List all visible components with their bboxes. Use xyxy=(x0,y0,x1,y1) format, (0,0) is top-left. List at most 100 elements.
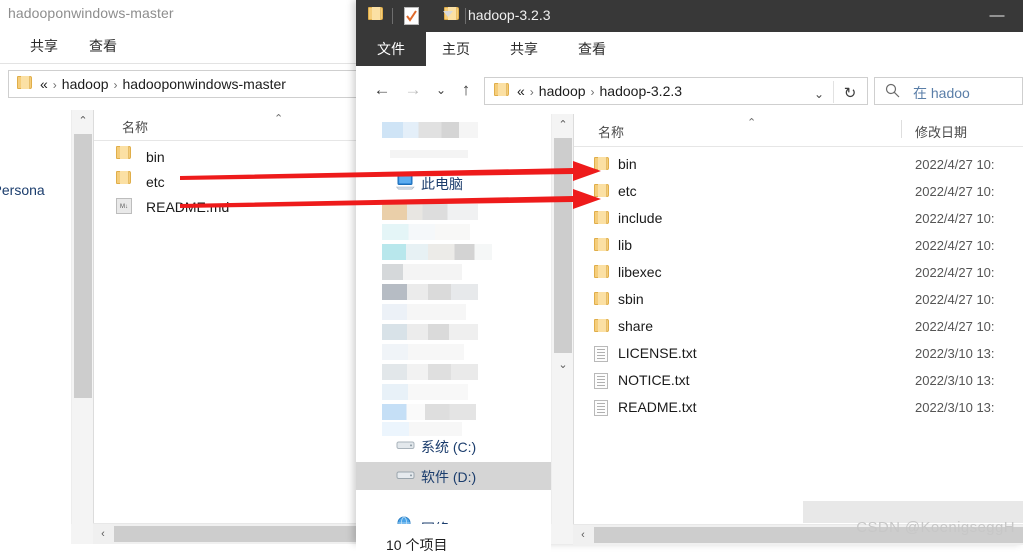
nav-item-drive-c[interactable]: 系统 (C:) xyxy=(356,432,551,460)
left-tab-share[interactable]: 共享 xyxy=(30,36,58,56)
forward-button[interactable]: → xyxy=(400,78,426,102)
watermark-text: CSDN @KoenigseggH xyxy=(856,519,1015,536)
file-name: NOTICE.txt xyxy=(618,372,690,388)
file-modified: 2022/3/10 13: xyxy=(915,373,995,388)
folder-icon xyxy=(594,211,610,225)
drive-icon xyxy=(396,468,415,484)
table-row[interactable]: NOTICE.txt 2022/3/10 13: xyxy=(574,368,1023,395)
redacted-nav-item xyxy=(382,264,462,280)
right-breadcrumb[interactable]: « › hadoop › hadoop-3.2.3 xyxy=(517,83,682,99)
column-header-name[interactable]: 名称 xyxy=(598,122,624,141)
table-row[interactable]: include 2022/4/27 10: xyxy=(574,206,1023,233)
file-modified: 2022/4/27 10: xyxy=(915,157,995,172)
text-file-icon xyxy=(594,373,608,389)
table-row[interactable]: lib 2022/4/27 10: xyxy=(574,233,1023,260)
tab-home[interactable]: 主页 xyxy=(442,39,470,59)
sort-ascending-icon: ⌃ xyxy=(274,113,284,125)
breadcrumb-hadoop[interactable]: hadoop xyxy=(62,76,109,92)
file-modified: 2022/4/27 10: xyxy=(915,265,995,280)
tab-view[interactable]: 查看 xyxy=(578,39,606,59)
left-nav-item-onedrive[interactable]: - Persona xyxy=(0,182,45,198)
table-row[interactable]: libexec 2022/4/27 10: xyxy=(574,260,1023,287)
properties-icon[interactable] xyxy=(404,7,419,28)
left-tab-view[interactable]: 查看 xyxy=(89,36,117,56)
right-nav-scrollbar[interactable]: ⌃ ⌄ xyxy=(551,114,574,524)
file-modified: 2022/4/27 10: xyxy=(915,211,995,226)
file-modified: 2022/4/27 10: xyxy=(915,292,995,307)
up-button[interactable]: ↑ xyxy=(453,78,479,102)
left-back-icon[interactable]: ‹ xyxy=(0,78,6,93)
nav-item-label: 系统 (C:) xyxy=(421,439,477,455)
breadcrumb-current[interactable]: hadoop-3.2.3 xyxy=(600,83,683,99)
left-breadcrumb[interactable]: « › hadoop › hadooponwindows-master xyxy=(40,76,286,92)
chevron-down-icon[interactable] xyxy=(443,11,453,17)
right-nav-scrollbar-footer xyxy=(551,524,573,544)
table-row[interactable]: sbin 2022/4/27 10: xyxy=(574,287,1023,314)
breadcrumb-separator: › xyxy=(113,78,118,92)
scrollbar-thumb[interactable] xyxy=(74,134,92,398)
list-item[interactable]: bin xyxy=(116,146,165,171)
tab-share[interactable]: 共享 xyxy=(510,39,538,59)
right-ribbon-tabs: 文件 主页 共享 查看 xyxy=(356,32,1023,67)
left-address-bar[interactable]: « › hadoop › hadooponwindows-master xyxy=(8,70,358,98)
breadcrumb-separator: › xyxy=(529,85,534,99)
minimize-button[interactable]: — xyxy=(981,6,1013,26)
scroll-up-icon[interactable]: ⌃ xyxy=(72,110,94,132)
file-name: libexec xyxy=(618,264,662,280)
nav-item-network[interactable]: 网络 xyxy=(356,514,551,524)
file-name: etc xyxy=(618,183,637,199)
left-nav-scrollbar[interactable]: ⌃ ⌄ xyxy=(71,110,94,544)
nav-item-label: 此电脑 xyxy=(421,176,463,192)
back-button[interactable]: ← xyxy=(369,78,395,102)
text-file-icon xyxy=(594,346,608,362)
breadcrumb-current[interactable]: hadooponwindows-master xyxy=(123,76,286,92)
left-column-name[interactable]: 名称 xyxy=(122,117,148,136)
recent-locations-button[interactable]: ⌄ xyxy=(428,78,454,102)
right-address-bar[interactable]: « › hadoop › hadoop-3.2.3 ⌄ ↻ xyxy=(484,77,868,105)
scroll-left-icon[interactable]: ‹ xyxy=(93,524,113,544)
tab-file[interactable]: 文件 xyxy=(356,32,426,66)
markdown-file-icon: M↓ xyxy=(116,198,132,214)
search-input[interactable]: 在 hadoo xyxy=(874,77,1023,105)
nav-item-drive-d[interactable]: 软件 (D:) xyxy=(356,462,551,490)
folder-icon xyxy=(594,238,610,252)
folder-icon xyxy=(494,83,510,97)
table-row[interactable]: LICENSE.txt 2022/3/10 13: xyxy=(574,341,1023,368)
address-dropdown-icon[interactable]: ⌄ xyxy=(809,87,829,101)
scrollbar-thumb[interactable] xyxy=(114,526,366,542)
folder-icon xyxy=(594,265,610,279)
list-item-label: README.md xyxy=(146,199,230,215)
quick-access-toolbar xyxy=(362,0,466,32)
scroll-left-icon[interactable]: ‹ xyxy=(573,525,593,545)
table-row[interactable]: bin 2022/4/27 10: xyxy=(574,152,1023,179)
list-item[interactable]: M↓ README.md xyxy=(116,196,229,221)
status-item-count: 10 个项目 xyxy=(386,537,448,553)
scroll-up-icon[interactable]: ⌃ xyxy=(552,114,574,136)
list-item[interactable]: etc xyxy=(116,171,165,196)
table-row[interactable]: share 2022/4/27 10: xyxy=(574,314,1023,341)
left-file-list: 名称 ⌃ bin etc M↓ README.md xyxy=(93,110,366,544)
folder-icon[interactable] xyxy=(368,7,384,21)
list-item-label: bin xyxy=(146,149,165,165)
table-row[interactable]: etc 2022/4/27 10: xyxy=(574,179,1023,206)
text-file-icon xyxy=(594,400,608,416)
file-modified: 2022/4/27 10: xyxy=(915,319,995,334)
left-ribbon-tabs: 共享 查看 xyxy=(0,30,366,64)
scrollbar-thumb[interactable] xyxy=(554,138,572,353)
folder-icon xyxy=(594,184,610,198)
left-horizontal-scrollbar[interactable]: ‹ xyxy=(93,523,366,544)
scroll-down-icon[interactable]: ⌄ xyxy=(552,354,574,376)
redacted-nav-item xyxy=(382,204,478,220)
address-divider xyxy=(833,81,834,103)
breadcrumb-hadoop[interactable]: hadoop xyxy=(539,83,586,99)
refresh-icon[interactable]: ↻ xyxy=(839,84,861,102)
column-divider[interactable] xyxy=(901,120,902,138)
file-modified: 2022/3/10 13: xyxy=(915,400,995,415)
left-navigation-pane: - Persona xyxy=(0,110,71,544)
nav-item-this-pc[interactable]: 此电脑 xyxy=(356,170,551,196)
file-name: lib xyxy=(618,237,633,253)
breadcrumb-overflow[interactable]: « xyxy=(517,83,525,99)
column-header-modified[interactable]: 修改日期 xyxy=(915,122,967,141)
breadcrumb-overflow[interactable]: « xyxy=(40,76,48,92)
table-row[interactable]: README.txt 2022/3/10 13: xyxy=(574,395,1023,422)
